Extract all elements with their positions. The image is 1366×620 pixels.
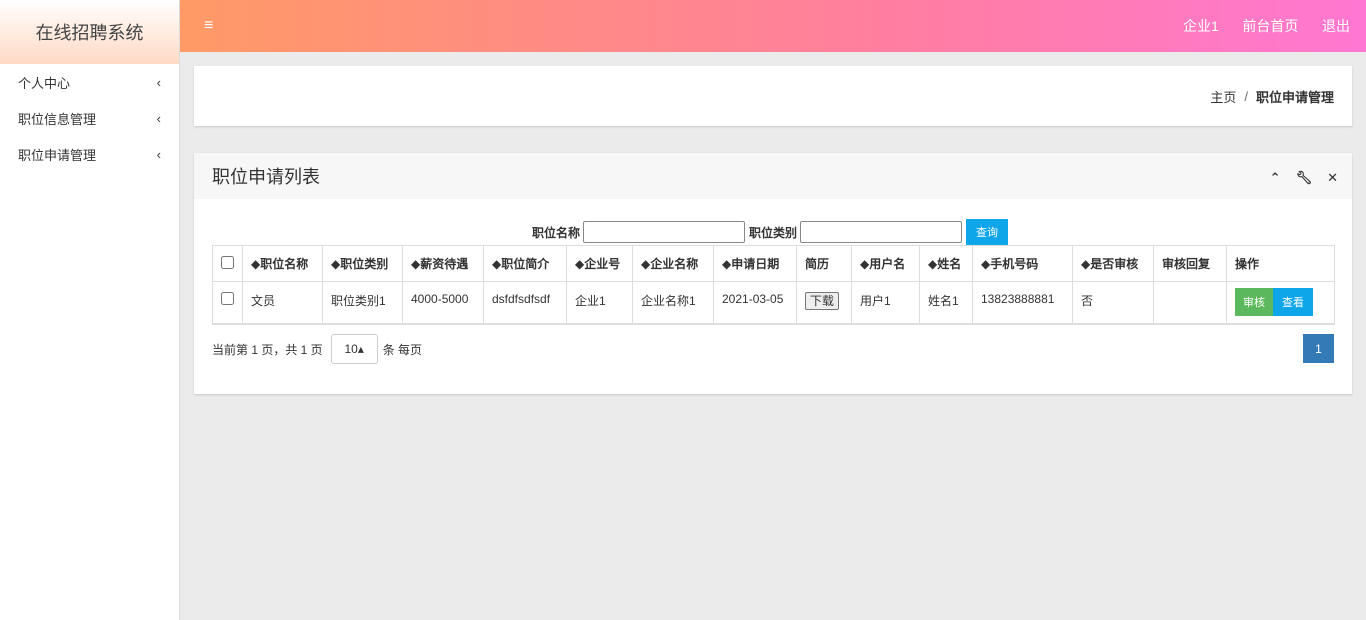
sidebar-item-personal[interactable]: 个人中心 ‹ (0, 64, 179, 100)
col-header[interactable]: ◆企业名称 (632, 245, 714, 282)
page-size-select[interactable]: 10▴ (330, 334, 378, 364)
job-name-input[interactable] (583, 221, 746, 243)
col-header[interactable]: ◆职位名称 (242, 245, 323, 282)
col-header[interactable]: ◆企业号 (566, 245, 633, 282)
query-button[interactable]: 查询 (966, 219, 1009, 245)
top-bar: ≡ 企业1 前台首页 退出 (180, 0, 1366, 52)
col-header: 操作 (1226, 245, 1335, 282)
audit-button[interactable]: 审核 (1235, 288, 1273, 316)
search-form: 职位名称 职位类别 查询 (532, 219, 1009, 245)
cell: 13823888881 (972, 281, 1073, 325)
chevron-left-icon: ‹ (156, 146, 161, 162)
wrench-icon[interactable]: 🔧︎ (1296, 170, 1313, 185)
sidebar-item-applications[interactable]: 职位申请管理 ‹ (0, 136, 179, 172)
cell: 企业名称1 (632, 281, 714, 325)
page-info: 当前第 1 页，共 1 页 (212, 342, 323, 357)
breadcrumb-home[interactable]: 主页 (1210, 87, 1236, 106)
per-page-label: 条 每页 (382, 342, 423, 357)
col-header[interactable]: ◆姓名 (919, 245, 973, 282)
col-header[interactable]: ◆手机号码 (972, 245, 1073, 282)
sidebar: 在线招聘系统 个人中心 ‹ 职位信息管理 ‹ 职位申请管理 ‹ (0, 0, 180, 620)
cell: 企业1 (566, 281, 633, 325)
col-header: 简历 (796, 245, 852, 282)
user-link[interactable]: 企业1 (1183, 18, 1219, 34)
table-row: 文员 职位类别1 4000-5000 dsfdfsdfsdf 企业1 企业名称1… (212, 281, 1335, 325)
row-checkbox[interactable] (221, 292, 234, 305)
view-button[interactable]: 查看 (1273, 288, 1313, 316)
breadcrumb-separator: / (1244, 88, 1248, 104)
type-label: 职位类别 (749, 225, 798, 240)
page-1-button[interactable]: 1 (1303, 334, 1334, 363)
chevron-left-icon: ‹ (156, 110, 161, 126)
logout-link[interactable]: 退出 (1322, 18, 1350, 34)
name-label: 职位名称 (532, 225, 581, 240)
collapse-icon[interactable]: ⌃ (1270, 170, 1281, 185)
menu-icon[interactable]: ≡ (204, 17, 213, 35)
breadcrumb: 主页 / 职位申请管理 (194, 66, 1352, 126)
cell: 文员 (242, 281, 323, 325)
job-type-input[interactable] (800, 221, 963, 243)
col-header[interactable]: ◆薪资待遇 (402, 245, 484, 282)
select-all-checkbox[interactable] (221, 255, 234, 269)
cell: 用户1 (851, 281, 920, 325)
application-panel: 职位申请列表 ⌃ 🔧︎ ✕ 职位名称 职位类别 查询 ◆职位名称 ◆职位类别 ◆… (194, 153, 1352, 394)
col-header[interactable]: ◆用户名 (851, 245, 920, 282)
cell: dsfdfsdfsdf (483, 281, 567, 325)
col-header[interactable]: ◆职位简介 (483, 245, 567, 282)
sidebar-item-label: 职位申请管理 (18, 147, 97, 163)
application-table: ◆职位名称 ◆职位类别 ◆薪资待遇 ◆职位简介 ◆企业号 ◆企业名称 ◆申请日期… (212, 245, 1335, 325)
cell: 职位类别1 (322, 281, 403, 325)
close-icon[interactable]: ✕ (1327, 170, 1338, 185)
frontpage-link[interactable]: 前台首页 (1242, 18, 1298, 34)
chevron-left-icon: ‹ (156, 74, 161, 90)
col-header: 审核回复 (1153, 245, 1227, 282)
pagination-info: 当前第 1 页，共 1 页 10▴ 条 每页 (212, 334, 422, 364)
breadcrumb-current: 职位申请管理 (1255, 89, 1334, 105)
app-title: 在线招聘系统 (0, 0, 179, 64)
cell (1153, 281, 1227, 325)
col-header[interactable]: ◆申请日期 (713, 245, 797, 282)
cell: 2021-03-05 (713, 281, 797, 325)
sidebar-item-label: 职位信息管理 (18, 111, 97, 127)
sidebar-item-jobs[interactable]: 职位信息管理 ‹ (0, 100, 179, 136)
cell: 姓名1 (919, 281, 973, 325)
sidebar-item-label: 个人中心 (18, 75, 71, 91)
cell: 4000-5000 (402, 281, 484, 325)
cell: 否 (1072, 281, 1154, 325)
download-resume-button[interactable]: 下载 (805, 292, 840, 310)
col-header[interactable]: ◆职位类别 (322, 245, 403, 282)
col-header[interactable]: ◆是否审核 (1072, 245, 1154, 282)
panel-title: 职位申请列表 (212, 167, 320, 187)
